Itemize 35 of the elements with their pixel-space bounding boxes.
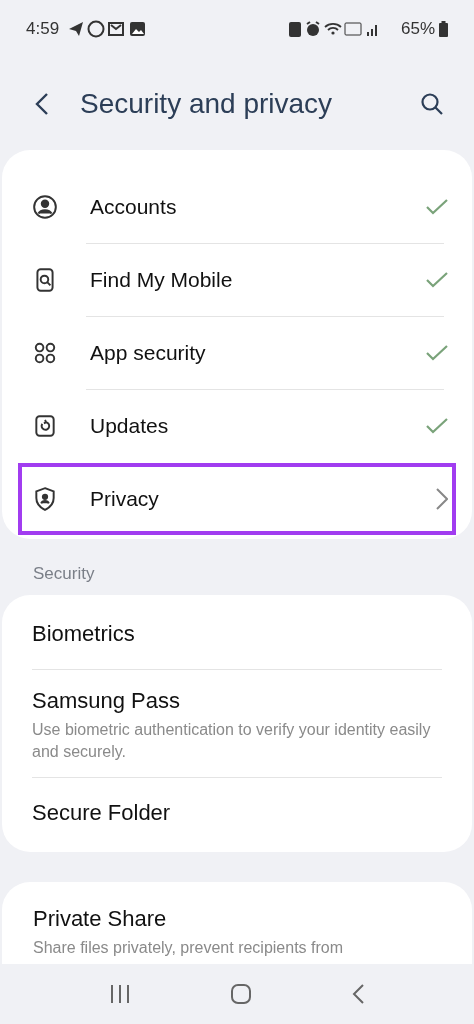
alarm-icon <box>305 21 320 36</box>
chevron-right-icon <box>436 488 448 510</box>
home-icon <box>230 982 252 1005</box>
battery-icon <box>439 21 448 37</box>
recent-apps-icon <box>109 982 132 1005</box>
settings-row[interactable]: Secure Folder <box>32 777 442 848</box>
signal-icon <box>366 25 377 36</box>
mail-icon <box>108 22 125 36</box>
check-icon <box>426 199 448 215</box>
update-icon <box>32 413 58 439</box>
page-title: Security and privacy <box>80 87 334 121</box>
battery-saver-icon <box>288 22 301 37</box>
settings-row[interactable]: Biometrics <box>32 598 442 669</box>
settings-row[interactable]: Find My Mobile <box>18 244 456 316</box>
shield-icon <box>32 486 58 512</box>
image-icon <box>130 22 146 36</box>
wifi-icon <box>324 23 342 35</box>
back-icon <box>35 92 49 116</box>
check-icon <box>426 418 448 434</box>
settings-row[interactable]: App security <box>18 317 456 389</box>
settings-row[interactable]: Samsung Pass Use biometric authentication to verify your identity easily and securely. <box>32 669 442 777</box>
settings-row[interactable]: Accounts <box>18 171 456 243</box>
check-icon <box>426 345 448 361</box>
section-header: Security <box>32 563 96 585</box>
battery-percent: 65% <box>400 18 435 41</box>
apps-icon <box>32 340 58 366</box>
search-icon <box>420 92 444 116</box>
back-icon <box>350 982 365 1005</box>
account-icon <box>32 194 58 220</box>
settings-row[interactable]: Privacy <box>18 463 456 535</box>
settings-row[interactable]: Private Share Share files privately, prevent recipients from <box>2 881 472 959</box>
send-icon <box>69 22 84 36</box>
settings-row[interactable]: Updates <box>18 390 456 462</box>
status-time: 4:59 <box>26 18 60 41</box>
check-icon <box>426 272 448 288</box>
